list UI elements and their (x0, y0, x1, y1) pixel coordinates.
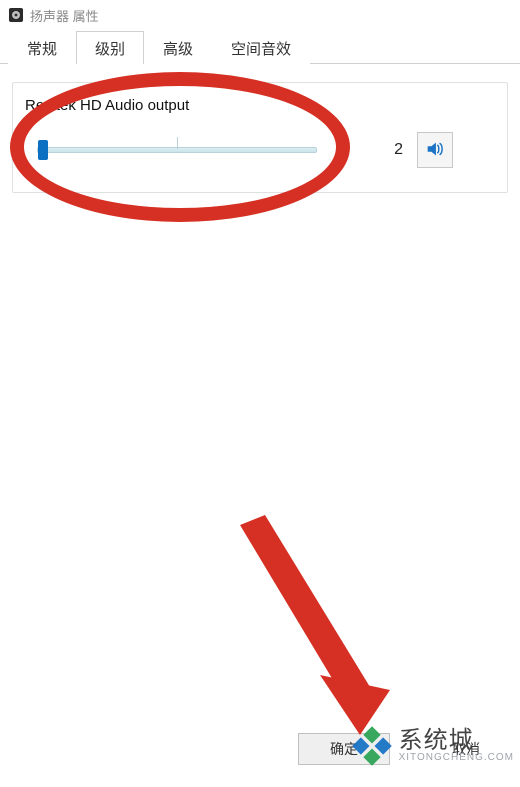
slider-tick (177, 137, 178, 149)
tab-spatial[interactable]: 空间音效 (212, 31, 310, 64)
device-name: Realtek HD Audio output (25, 97, 495, 114)
volume-value: 2 (317, 141, 417, 159)
dialog-buttons: 确定 取消 (298, 733, 512, 765)
tab-levels[interactable]: 级别 (76, 31, 144, 64)
slider-thumb[interactable] (38, 140, 48, 160)
cancel-button[interactable]: 取消 (420, 733, 512, 765)
tab-advanced[interactable]: 高级 (144, 31, 212, 64)
window-title: 扬声器 属性 (30, 6, 99, 25)
titlebar: 扬声器 属性 (0, 0, 520, 30)
annotation-arrow (210, 515, 390, 735)
speaker-icon (8, 7, 24, 23)
tab-general[interactable]: 常规 (8, 31, 76, 64)
volume-icon (424, 138, 446, 163)
tabstrip: 常规 级别 高级 空间音效 (0, 30, 520, 64)
output-group: Realtek HD Audio output 2 (12, 82, 508, 193)
mute-button[interactable] (417, 132, 453, 168)
levels-panel: Realtek HD Audio output 2 (0, 64, 520, 205)
volume-slider[interactable] (37, 140, 317, 160)
ok-button[interactable]: 确定 (298, 733, 390, 765)
volume-row: 2 (25, 132, 495, 168)
